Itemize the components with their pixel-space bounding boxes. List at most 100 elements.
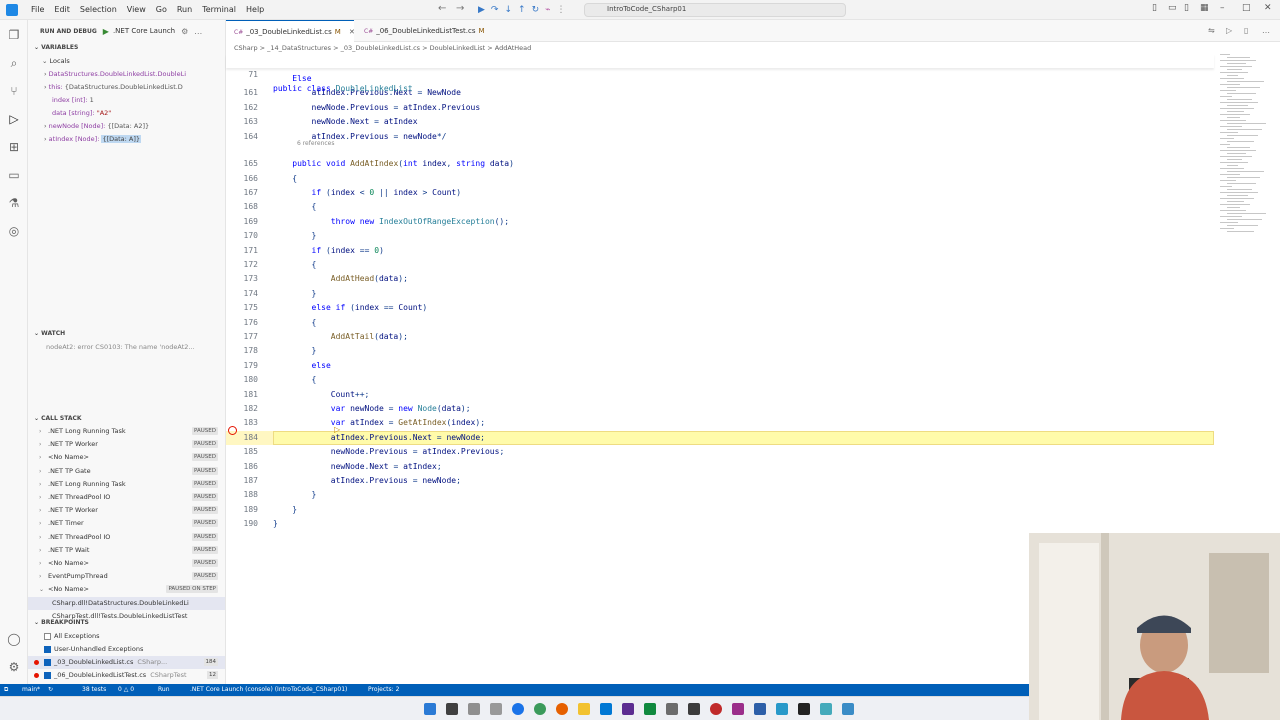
restart-icon[interactable]: ↻: [532, 5, 540, 15]
run-debug-icon[interactable]: ▷: [7, 112, 21, 126]
call-stack-row[interactable]: › .NET ThreadPool IO PAUSED: [28, 491, 225, 504]
breakpoint-item[interactable]: All Exceptions: [28, 630, 225, 643]
start-debugging-icon[interactable]: ▶: [103, 27, 109, 36]
call-stack-row[interactable]: › .NET TP Worker PAUSED: [28, 438, 225, 451]
edge-icon[interactable]: [534, 703, 546, 715]
compare-icon[interactable]: ⇋: [1208, 26, 1215, 35]
account-icon[interactable]: ◯: [7, 632, 21, 646]
breakpoint-checkbox[interactable]: [44, 646, 51, 653]
variable-row[interactable]: › atIndex [Node]: {[Data: A]}: [44, 134, 142, 144]
launch-config-select[interactable]: .NET Core Launch: [113, 27, 175, 35]
forward-arrow-icon[interactable]: →: [456, 3, 464, 14]
watch-expression[interactable]: nodeAt2: error CS0103: The name 'nodeAt2…: [46, 342, 195, 352]
menu-selection[interactable]: Selection: [75, 4, 122, 16]
variable-row[interactable]: data [string]: "A2": [52, 108, 111, 118]
call-stack-row[interactable]: › .NET Long Running Task PAUSED: [28, 478, 225, 491]
breakpoints-header[interactable]: ⌄ BREAKPOINTS: [28, 617, 225, 629]
menu-go[interactable]: Go: [151, 4, 172, 16]
breadcrumb[interactable]: CSharp > _14_DataStructures > _03_Double…: [226, 42, 1026, 54]
breakpoint-item[interactable]: User-Unhandled Exceptions: [28, 643, 225, 656]
call-stack-row[interactable]: › .NET TP Worker PAUSED: [28, 504, 225, 517]
app-icon[interactable]: [754, 703, 766, 715]
sync-icon[interactable]: ↻: [48, 684, 53, 696]
maximize-icon[interactable]: □: [1242, 3, 1251, 13]
continue-icon[interactable]: ▶: [478, 5, 485, 15]
variable-row[interactable]: index [int]: 1: [52, 95, 94, 105]
menu-edit[interactable]: Edit: [49, 4, 75, 16]
menu-terminal[interactable]: Terminal: [197, 4, 241, 16]
breakpoint-checkbox[interactable]: [44, 672, 51, 679]
copilot-icon[interactable]: ◎: [7, 224, 21, 238]
variable-row[interactable]: › DataStructures.DoubleLinkedList.Double…: [44, 69, 224, 79]
call-stack-row[interactable]: ⌄ <No Name> PAUSED ON STEP: [28, 583, 225, 596]
disconnect-icon[interactable]: ⌁: [545, 5, 550, 15]
testing-icon[interactable]: ⚗: [7, 196, 21, 210]
source-control-icon[interactable]: ⑂: [7, 84, 21, 98]
app-icon[interactable]: [732, 703, 744, 715]
manage-gear-icon[interactable]: ⚙: [7, 660, 21, 674]
call-stack-row[interactable]: › EventPumpThread PAUSED: [28, 570, 225, 583]
locals-scope[interactable]: ⌄ Locals: [42, 56, 70, 66]
breakpoint-item[interactable]: _03_DoubleLinkedList.cs CSharp... 184: [28, 656, 225, 669]
menu-view[interactable]: View: [122, 4, 151, 16]
chrome-icon[interactable]: [512, 703, 524, 715]
app-icon[interactable]: [820, 703, 832, 715]
search-icon[interactable]: ⌕: [7, 56, 21, 70]
settings-gear-icon[interactable]: ⚙: [181, 27, 188, 36]
photos-icon[interactable]: [490, 703, 502, 715]
step-over-icon[interactable]: ↷: [491, 5, 499, 15]
breakpoint-checkbox[interactable]: [44, 633, 51, 640]
step-out-icon[interactable]: ↑: [518, 5, 526, 15]
app-icon[interactable]: [644, 703, 656, 715]
explorer-icon[interactable]: ❐: [7, 28, 21, 42]
more-actions-icon[interactable]: …: [194, 27, 202, 36]
tab-double-linked-list[interactable]: C# _03_DoubleLinkedList.cs M ✕: [226, 20, 355, 42]
run-code-icon[interactable]: ▷: [1226, 26, 1232, 35]
toggle-panel-icon[interactable]: ▭: [1168, 3, 1177, 13]
minimize-icon[interactable]: –: [1220, 3, 1225, 13]
variable-row[interactable]: › this: {DataStructures.DoubleLinkedList…: [44, 82, 224, 92]
call-stack-row[interactable]: › .NET TP Wait PAUSED: [28, 544, 225, 557]
app-icon[interactable]: [842, 703, 854, 715]
customize-layout-icon[interactable]: ▦: [1200, 3, 1209, 13]
call-stack-row[interactable]: CSharp.dll!DataStructures.DoubleLinkedLi: [28, 596, 225, 610]
file-explorer-icon[interactable]: [578, 703, 590, 715]
launch-status[interactable]: .NET Core Launch (console) (IntroToCode_…: [190, 684, 347, 696]
task-view-icon[interactable]: [446, 703, 458, 715]
app-icon[interactable]: [776, 703, 788, 715]
visual-studio-icon[interactable]: [622, 703, 634, 715]
menu-run[interactable]: Run: [172, 4, 197, 16]
branch-status[interactable]: main*: [22, 684, 40, 696]
start-menu-icon[interactable]: [424, 703, 436, 715]
breakpoint-checkbox[interactable]: [44, 659, 51, 666]
close-tab-icon[interactable]: ✕: [349, 28, 355, 36]
minimap[interactable]: [1216, 54, 1274, 254]
app-icon[interactable]: [798, 703, 810, 715]
breakpoint-marker-icon[interactable]: [228, 426, 237, 435]
toggle-sidebar-icon[interactable]: ▯: [1152, 3, 1157, 13]
close-icon[interactable]: ✕: [1264, 3, 1272, 13]
test-status[interactable]: 38 tests: [82, 684, 106, 696]
remote-icon[interactable]: ⧉: [4, 684, 8, 696]
call-stack-row[interactable]: › .NET ThreadPool IO PAUSED: [28, 531, 225, 544]
breakpoint-item[interactable]: _06_DoubleLinkedListTest.cs CSharpTest 12: [28, 669, 225, 682]
codelens-references[interactable]: 6 references: [297, 140, 335, 147]
step-into-icon[interactable]: ↓: [504, 5, 512, 15]
split-editor-icon[interactable]: ▯: [1244, 26, 1248, 35]
variable-row[interactable]: › newNode [Node]: {[Data: A2]}: [44, 121, 149, 131]
call-stack-row[interactable]: › .NET Long Running Task PAUSED: [28, 425, 225, 438]
app-icon[interactable]: [666, 703, 678, 715]
app-icon[interactable]: [688, 703, 700, 715]
toggle-secondary-icon[interactable]: ▯: [1184, 3, 1189, 13]
call-stack-row[interactable]: › .NET TP Gate PAUSED: [28, 465, 225, 478]
stop-icon[interactable]: ⋮: [557, 5, 566, 15]
app-icon[interactable]: [710, 703, 722, 715]
call-stack-row[interactable]: › <No Name> PAUSED: [28, 451, 225, 464]
call-stack-row[interactable]: › <No Name> PAUSED: [28, 557, 225, 570]
remote-explorer-icon[interactable]: ▭: [7, 168, 21, 182]
projects-status[interactable]: Projects: 2: [368, 684, 399, 696]
call-stack-header[interactable]: ⌄ CALL STACK: [28, 413, 225, 425]
back-arrow-icon[interactable]: ←: [438, 3, 446, 14]
command-center-search[interactable]: IntroToCode_CSharp01: [584, 3, 846, 17]
variables-header[interactable]: ⌄ VARIABLES: [28, 42, 225, 54]
